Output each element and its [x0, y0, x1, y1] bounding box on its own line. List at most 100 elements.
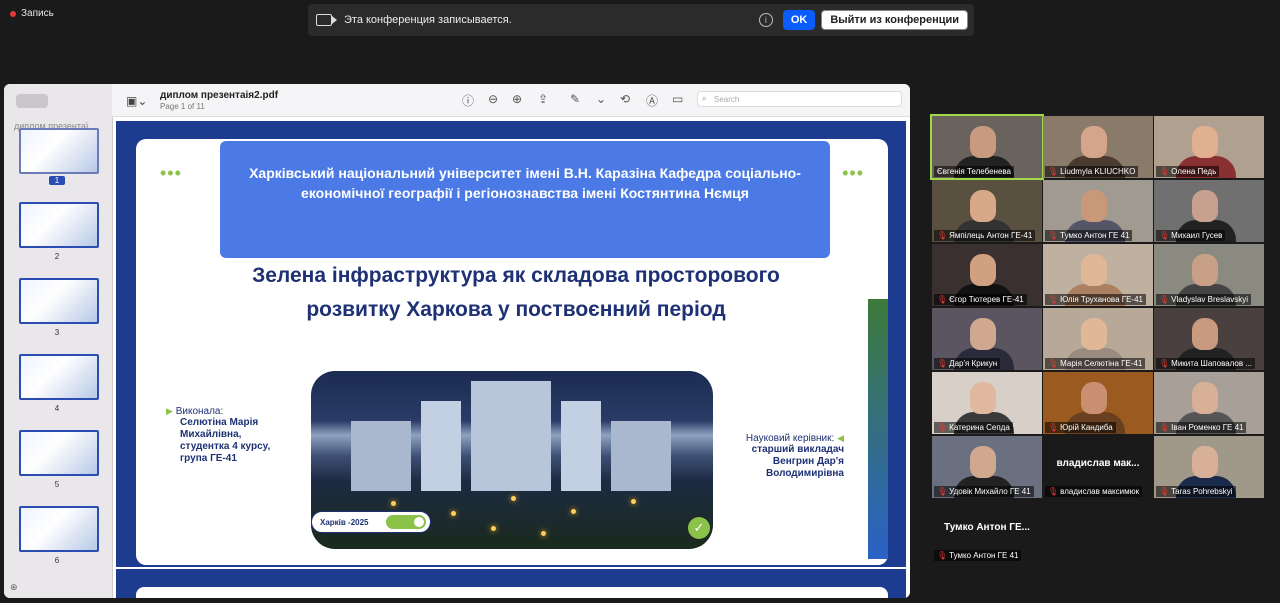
participant-name: 🎙 Тумко Антон ГЕ 41 [1045, 230, 1133, 241]
markup-pen-icon[interactable]: ✎ [570, 92, 580, 106]
recording-banner: Эта конференция записывается. i OK Выйти… [308, 4, 974, 36]
pdf-viewer-window: диплом презентаї... 1 2 3 4 5 6 ⊕ ▣⌄ дип… [4, 84, 910, 598]
participant-tile[interactable]: 🎙 Єгор Тютерев ГЕ-41 [932, 244, 1042, 306]
author-block: ▶ Виконала: Селютіна Марія Михайлівна, с… [166, 406, 290, 465]
mic-muted-icon: 🎙 [1159, 295, 1170, 304]
participant-avatar [970, 254, 996, 286]
participant-name: 🎙 Liudmyla KLIUCHKO [1045, 166, 1139, 177]
participant-tile[interactable]: 🎙 Михаил Гусев [1154, 180, 1264, 242]
participant-name: 🎙 Дар'я Крикун [934, 358, 1001, 369]
check-icon: ✓ [688, 517, 710, 539]
participant-tile[interactable]: 🎙 Іван Роменко ГЕ 41 [1154, 372, 1264, 434]
toggle-label: Харків -2025 [320, 517, 369, 527]
mic-muted-icon: 🎙 [1159, 487, 1170, 496]
advisor-label: Науковий керівник: [745, 433, 835, 444]
participant-name: 🎙 Іван Роменко ГЕ 41 [1156, 422, 1247, 433]
participant-avatar [1192, 254, 1218, 286]
participant-avatar [970, 126, 996, 158]
dots-decoration-icon: ••• [842, 163, 864, 183]
participant-display-name: владислав мак... [1056, 458, 1140, 469]
participant-tile[interactable]: 🎙 Taras Pohrebskyi [1154, 436, 1264, 498]
search-input[interactable]: Search [697, 91, 902, 107]
mic-muted-icon: 🎙 [937, 295, 948, 304]
participant-name: 🎙 Микита Шаповалов ... [1156, 358, 1256, 369]
participant-avatar [970, 318, 996, 350]
page-number: 5 [54, 480, 60, 489]
page-thumbnail[interactable] [19, 128, 99, 174]
participant-name: 🎙 Удовік Михайло ГЕ 41 [934, 486, 1034, 497]
leave-conference-button[interactable]: Выйти из конференции [821, 10, 968, 30]
author-label: Виконала: [175, 406, 224, 417]
mic-muted-icon: 🎙 [1159, 167, 1170, 176]
participant-avatar [1081, 382, 1107, 414]
author-value: Селютіна Марія Михайлівна, студентка 4 к… [180, 417, 271, 464]
participant-tile[interactable]: 🎙 Юрій Кандиба [1043, 372, 1153, 434]
participant-avatar [1192, 318, 1218, 350]
mic-muted-icon: 🎙 [937, 487, 948, 496]
participant-avatar [1192, 190, 1218, 222]
page-number: 3 [54, 328, 60, 337]
page-info: Page 1 of 11 [160, 102, 205, 111]
sidebar-toggle-button[interactable] [16, 94, 48, 108]
participant-tile[interactable]: 🎙 Vladyslav Breslavskyi [1154, 244, 1264, 306]
participant-tile[interactable]: 🎙 Тумко Антон ГЕ 41 [1043, 180, 1153, 242]
sidebar-layout-icon[interactable]: ▣⌄ [126, 94, 147, 108]
share-icon[interactable]: ⇪ [538, 92, 548, 106]
participant-name: 🎙 владислав максимюк [1045, 486, 1143, 497]
thumbnail-sidebar: диплом презентаї... 1 2 3 4 5 6 ⊕ [4, 84, 113, 598]
participant-name: 🎙 Марія Селютіна ГЕ-41 [1045, 358, 1146, 369]
info-icon[interactable]: i [758, 13, 773, 27]
rotate-icon[interactable]: ⟲ [620, 92, 630, 106]
participant-tile[interactable]: 🎙 Микита Шаповалов ... [1154, 308, 1264, 370]
participant-tile[interactable]: Євгенія Телебенева [930, 114, 1044, 180]
mic-muted-icon: 🎙 [1159, 423, 1170, 432]
page-number: 2 [54, 252, 60, 261]
mic-muted-icon: 🎙 [937, 551, 948, 560]
participant-name: 🎙 Тумко Антон ГЕ 41 [934, 550, 1022, 561]
advisor-block: Науковий керівник: ◀ старший викладач Ве… [734, 433, 844, 480]
advisor-value: старший викладач Венгрин Дар'я Володимир… [751, 444, 844, 479]
participant-name: 🎙 Юлія Труханова ГЕ-41 [1045, 294, 1146, 305]
zoom-out-icon[interactable]: ⊖ [488, 92, 498, 106]
page-thumbnail[interactable] [19, 430, 99, 476]
participant-tile[interactable]: 🎙 Ямпілець Антон ГЕ-41 [932, 180, 1042, 242]
triangle-icon: ▶ [166, 406, 173, 416]
mic-muted-icon: 🎙 [1048, 423, 1059, 432]
add-icon[interactable]: ⊕ [10, 582, 18, 593]
participant-tile[interactable]: 🎙 Юлія Труханова ГЕ-41 [1043, 244, 1153, 306]
search-icon: ⌕ [702, 93, 708, 103]
triangle-icon: ◀ [837, 433, 844, 443]
city-year-toggle: Харків -2025 [311, 511, 431, 533]
ok-button[interactable]: OK [782, 10, 816, 30]
mic-muted-icon: 🎙 [1048, 487, 1059, 496]
slide-title: Зелена інфраструктура як складова просто… [252, 264, 780, 321]
mic-muted-icon: 🎙 [1159, 359, 1170, 368]
participant-tile[interactable]: Тумко Антон ГЕ... 🎙 Тумко Антон ГЕ 41 [932, 500, 1042, 562]
slide-page: Харківський національний університет іме… [116, 121, 906, 567]
participant-tile[interactable]: 🎙 Олена Педь [1154, 116, 1264, 178]
mic-muted-icon: 🎙 [1048, 167, 1059, 176]
participant-tile[interactable]: 🎙 Дар'я Крикун [932, 308, 1042, 370]
participant-name: 🎙 Катерина Сепда [934, 422, 1013, 433]
page-number: 6 [54, 556, 60, 565]
participant-avatar [1192, 382, 1218, 414]
chevron-down-icon[interactable]: ⌄ [596, 92, 606, 106]
participant-tile[interactable]: 🎙 Удовік Михайло ГЕ 41 [932, 436, 1042, 498]
page-thumbnail[interactable] [19, 278, 99, 324]
participant-tile[interactable]: владислав мак... 🎙 владислав максимюк [1043, 436, 1153, 498]
participant-tile[interactable]: 🎙 Марія Селютіна ГЕ-41 [1043, 308, 1153, 370]
participant-tile[interactable]: 🎙 Liudmyla KLIUCHKO [1043, 116, 1153, 178]
participant-tile[interactable]: 🎙 Катерина Сепда [932, 372, 1042, 434]
page-thumbnail[interactable] [19, 354, 99, 400]
mic-muted-icon: 🎙 [1159, 231, 1170, 240]
highlight-icon[interactable]: Ⓐ [646, 92, 658, 109]
participant-name: 🎙 Олена Педь [1156, 166, 1220, 177]
participant-avatar [1192, 446, 1218, 478]
page-thumbnail[interactable] [19, 202, 99, 248]
zoom-in-icon[interactable]: ⊕ [512, 92, 522, 106]
page-thumbnail[interactable] [19, 506, 99, 552]
file-name: диплом презентаія2.pdf [160, 90, 279, 101]
participant-name: 🎙 Єгор Тютерев ГЕ-41 [934, 294, 1027, 305]
info-icon[interactable]: ⓘ [462, 92, 474, 109]
form-icon[interactable]: ▭ [672, 92, 683, 106]
